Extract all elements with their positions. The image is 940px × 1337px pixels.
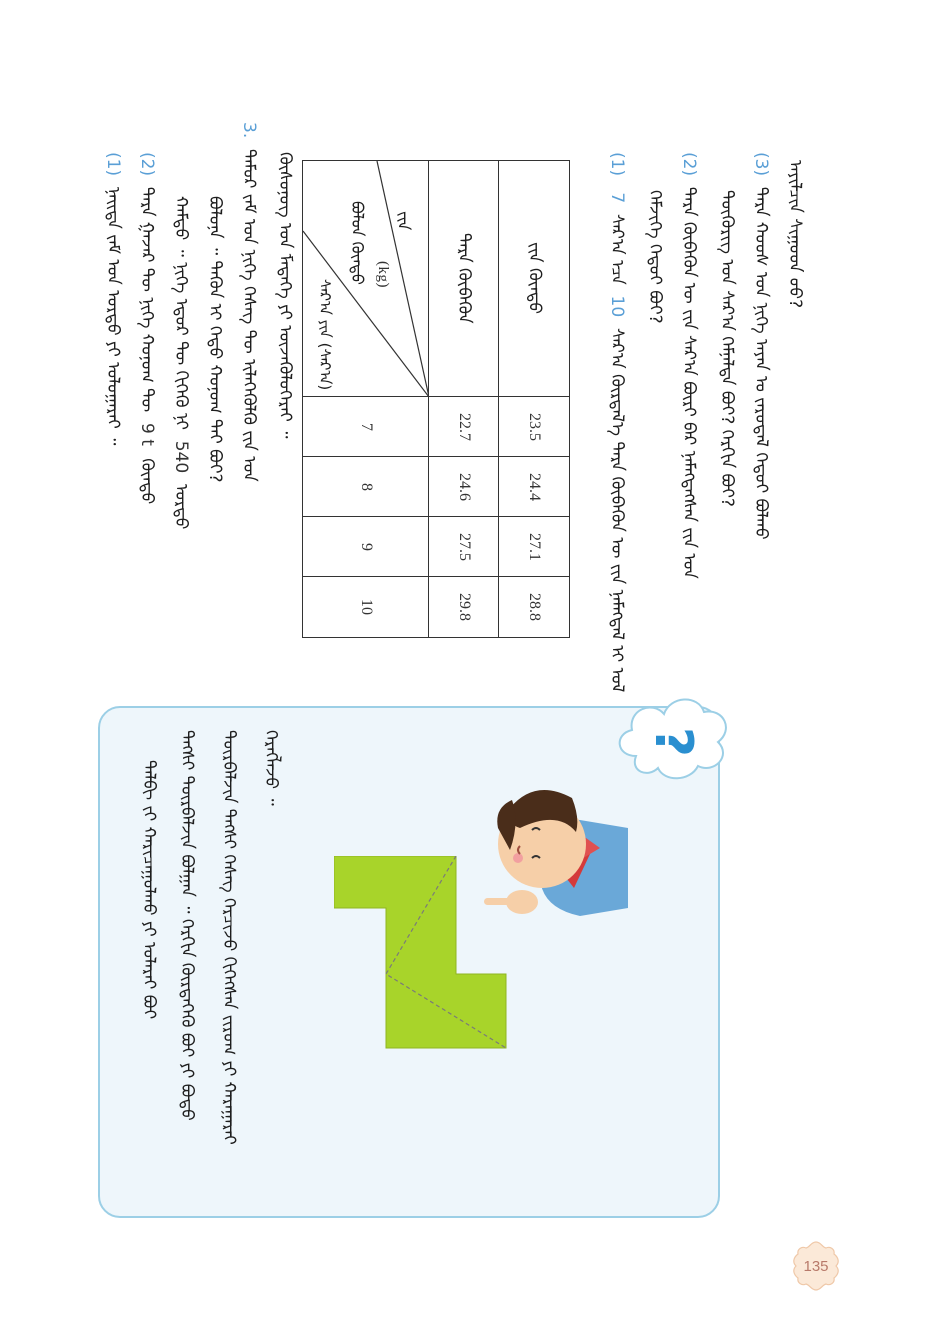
svg-text:?: ? [643,727,703,757]
table-cell: 23.5 [499,397,569,457]
table-cell: 27.5 [429,517,498,577]
green-z-shape [334,856,507,1049]
table-cell: 22.7 [429,397,498,457]
mongolian-text: ᠨᠡᠢᠲᠡ ᠵᠠᠮ ᠤᠨ ᠤᠷᠲᠤ ᠶᠢ ᠣᠯᠣᠭᠠᠷᠠᠢ ᠃ [103,181,123,446]
mongolian-text: ᠲᠡᠭᠰᠢ ᠳᠥᠷᠪᠡᠯᠵᠢᠨ ᠪᠣᠯᠭᠠᠨ ᠃ ᠬᠡᠷᠬᠢᠨ ᠬᠦᠷᠲᠡᠭᠡᠬ… [177,730,197,1121]
sub-label-p1: (1) [607,152,627,177]
table-row-label: ᠲᠡᠷᠡ ᠬᠥᠪᠡᠭᠦᠨ [429,161,498,397]
text-col-1: ᠠᠶᠢᠯᠴᠢᠨ ᠰᠢᠭ᠋ᠤᠳ ᠤᠤ? [785,160,805,309]
mongolian-text: ᠰᠠᠷ᠎ᠠ ᠡᠴᠡ [607,208,627,291]
mongolian-text: ᠬᠦᠨᠳᠦ [137,452,157,505]
table-row-1: ᠵᠢᠨ ᠬᠦᠨᠳᠦ 23.5 24.4 27.1 28.8 [499,161,569,637]
data-table: ᠵᠢᠨ ᠬᠦᠨᠳᠦ 23.5 24.4 27.1 28.8 ᠲᠡᠷᠡ ᠬᠥᠪᠡᠭ… [302,160,570,638]
text-col-6: (1) 7 ᠰᠠᠷ᠎ᠠ ᠡᠴᠡ 10 ᠰᠠᠷ᠎ᠠ ᠬᠦᠷᠲᠡᠯ᠎ᠡ ᠲᠡᠷᠡ ᠬ… [607,152,627,693]
mongolian-text: ᠳᠥᠷᠪᠡᠯᠵᠢᠨ ᠲᠡᠭᠰᠢ ᠬᠡᠰᠡᠭ ᠬᠡᠷᠴᠢᠵᠦ ᠬᠢᠭᠡᠭᠰᠡᠨ ᠵ… [219,730,239,1145]
corner-label-middle: ᠪᠣᠯᠤᠨ ᠬᠦᠨᠳᠦ [348,201,367,285]
page-number-badge: 135 [790,1240,842,1292]
mongolian-text: ᠤᠷᠲᠤ [171,478,191,530]
mongolian-text: ᠰᠠᠷ᠎ᠠ ᠬᠦᠷᠲᠡᠯ᠎ᠡ ᠲᠡᠷᠡ ᠬᠥᠪᠡᠭᠦᠨ ᠦ ᠵᠢᠨ ᠨᠡᠮᠡᠭᠳ… [607,322,627,693]
table-row-2: ᠲᠡᠷᠡ ᠬᠥᠪᠡᠭᠦᠨ 22.7 24.6 27.5 29.8 [429,161,499,637]
mongolian-text: ᠲᠡᠷᠡ ᠬᠥᠪᠡᠭᠦᠨ ᠦ ᠵᠢᠨ ᠰᠠᠷ᠎ᠠ ᠪᠦᠷᠢ ᠪᠠᠷ ᠨᠡᠮᠡᠭᠳ… [679,181,699,579]
text-col-11: (2) ᠲᠡᠷᠡ ᠭᠠᠵᠠᠷ ᠲᠦ ᠨᠢᠭᠡ ᠬᠣᠨᠣᠭ ᠲᠦ 9 t ᠬᠦᠨᠳ… [137,152,157,505]
mongolian-text: ᠬᠠᠮᠲᠤ ᠃ ᠨᠢᠭᠡ ᠡᠳᠦᠷ ᠲᠦ ᠬᠢᠭᠡᠬᠦ ᠨᠢ [171,196,191,436]
corner-unit-kg: (kg) [375,261,391,288]
mongolian-text: ᠬᠡᠮᠵᠢᠭᠡ ᠬᠡᠳᠦᠢ ᠪᠤᠢ? [645,190,665,324]
info-text-col-2: ᠳᠥᠷᠪᠡᠯᠵᠢᠨ ᠲᠡᠭᠰᠢ ᠬᠡᠰᠡᠭ ᠬᠡᠷᠴᠢᠵᠦ ᠬᠢᠭᠡᠭᠰᠡᠨ ᠵ… [219,730,239,1145]
text-col-9: ᠪᠣᠯᠤᠨᠠ ᠃ ᠲᠡᠭᠦᠨ ᠢ ᠬᠡᠳᠦ ᠬᠣᠨᠣᠭ ᠲᠠᠢ ᠪᠤᠢ? [205,196,225,483]
inline-number-amount: 540 [171,440,191,474]
text-col-3: ᠲᠥᠭᠦᠷᠢᠭ ᠤᠨ ᠰᠠᠷ᠎ᠠ ᠬᠡᠮᠨᠡᠯᠲᠡ ᠪᠤᠢ? ᠬᠡᠷᠬᠢᠨ ᠪᠤ… [717,190,737,507]
text-col-2: (3) ᠲᠡᠷᠡ ᠬᠣᠣᠰ ᠤᠨ ᠨᠢᠭᠡ ᠠᠶᠠᠨ ᠤ ᠵᠠᠷᠤᠳᠠᠯ ᠬᠡᠳ… [751,152,771,540]
text-col-12: (1) ᠨᠡᠢᠲᠡ ᠵᠠᠮ ᠤᠨ ᠤᠷᠲᠤ ᠶᠢ ᠣᠯᠣᠭᠠᠷᠠᠢ ᠃ [103,152,123,446]
info-text-col-4: ᠲᠠᠯᠪᠢ ᠵᠢ ᠬᠠᠷᠢᠴᠠᠭᠤᠯᠬᠤ ᠶᠢ ᠣᠯᠠᠷᠠᠢ ᠪᠤᠢ [139,760,159,1020]
inline-number-tons: 9 t [137,423,157,447]
text-col-7: ᠬᠦᠰᠦᠨᠦᠭ ᠤᠨ ᠮᠡᠳᠡᠭᠡ ᠶᠢ ᠦᠵᠡᠭᠦᠯᠦᠭᠡᠷᠡᠢ ᠃ [275,152,295,439]
table-column-header: 8 [303,457,428,517]
table-column-header: 7 [303,397,428,457]
inline-number-seven: 7 [607,192,627,204]
sub-label-e3-2: (2) [137,152,157,177]
mongolian-text [607,182,627,187]
inline-number-ten: 10 [607,295,627,318]
text-col-5: ᠬᠡᠮᠵᠢᠭᠡ ᠬᠡᠳᠦᠢ ᠪᠤᠢ? [645,190,665,324]
mongolian-text: ᠲᠡᠮᠦᠷ ᠵᠠᠮ ᠤᠨ ᠨᠢᠭᠡ ᠬᠡᠰᠡᠭ ᠲᠦ ᠢᠯᠡᠬᠡᠭᠦᠯᠬᠦ ᠵᠢ… [239,143,259,482]
table-cell: 27.1 [499,517,569,577]
mongolian-text: ᠲᠠᠯᠪᠢ ᠵᠢ ᠬᠠᠷᠢᠴᠠᠭᠤᠯᠬᠤ ᠶᠢ ᠣᠯᠠᠷᠠᠢ ᠪᠤᠢ [139,760,159,1020]
mongolian-text: ᠲᠥᠭᠦᠷᠢᠭ ᠤᠨ ᠰᠠᠷ᠎ᠠ ᠬᠡᠮᠨᠡᠯᠲᠡ ᠪᠤᠢ? ᠬᠡᠷᠬᠢᠨ ᠪᠤ… [717,190,737,507]
corner-label-bottom: ᠰᠠᠷ᠎ᠠ ᠶᠢᠨ (ᠰᠠᠷ᠎ᠠ) [316,279,334,391]
mongolian-text: ᠪᠣᠯᠤᠨᠠ ᠃ ᠲᠡᠭᠦᠨ ᠢ ᠬᠡᠳᠦ ᠬᠣᠨᠣᠭ ᠲᠠᠢ ᠪᠤᠢ? [205,196,225,483]
mongolian-text: ᠲᠡᠷᠡ ᠬᠥᠪᠡᠭᠦᠨ [454,233,474,324]
table-cell: 29.8 [455,593,473,621]
table-column-header: 9 [303,517,428,577]
mongolian-text: ᠬᠦᠰᠦᠨᠦᠭ ᠤᠨ ᠮᠡᠳᠡᠭᠡ ᠶᠢ ᠦᠵᠡᠭᠦᠯᠦᠭᠡᠷᠡᠢ ᠃ [275,152,295,439]
table-cell: 28.8 [526,593,543,621]
sub-label-p3: (3) [751,152,771,177]
mongolian-text: ᠠᠶᠢᠯᠴᠢᠨ ᠰᠢᠭ᠋ᠤᠳ ᠤᠤ? [785,160,805,309]
table-column-header: 10 [357,599,375,615]
table-corner-cell: ᠵᠢᠨ (kg) ᠪᠣᠯᠤᠨ ᠬᠦᠨᠳᠦ ᠰᠠᠷ᠎ᠠ ᠶᠢᠨ (ᠰᠠᠷ᠎ᠠ) [303,161,428,397]
page-number: 135 [803,1257,829,1275]
text-col-4: (2) ᠲᠡᠷᠡ ᠬᠥᠪᠡᠭᠦᠨ ᠦ ᠵᠢᠨ ᠰᠠᠷ᠎ᠠ ᠪᠦᠷᠢ ᠪᠠᠷ ᠨᠡ… [679,152,699,579]
corner-label-top: ᠵᠢᠨ [394,211,413,231]
sub-label-e3-1: (1) [103,152,123,177]
table-header-column: ᠵᠢᠨ (kg) ᠪᠣᠯᠤᠨ ᠬᠦᠨᠳᠦ ᠰᠠᠷ᠎ᠠ ᠶᠢᠨ (ᠰᠠᠷ᠎ᠠ) 7… [303,161,429,637]
text-col-10: ᠬᠠᠮᠲᠤ ᠃ ᠨᠢᠭᠡ ᠡᠳᠦᠷ ᠲᠦ ᠬᠢᠭᠡᠬᠦ ᠨᠢ 540 ᠤᠷᠲᠤ [171,196,191,530]
table-row-label: ᠵᠢᠨ ᠬᠦᠨᠳᠦ [499,161,569,397]
table-cell: 24.6 [429,457,498,517]
table-cell: 24.4 [499,457,569,517]
info-text-col-3: ᠲᠡᠭᠰᠢ ᠳᠥᠷᠪᠡᠯᠵᠢᠨ ᠪᠣᠯᠭᠠᠨ ᠃ ᠬᠡᠷᠬᠢᠨ ᠬᠦᠷᠲᠡᠭᠡᠬ… [177,730,197,1121]
text-col-8: 3. ᠲᠡᠮᠦᠷ ᠵᠠᠮ ᠤᠨ ᠨᠢᠭᠡ ᠬᠡᠰᠡᠭ ᠲᠦ ᠢᠯᠡᠬᠡᠭᠦᠯᠬᠦ… [239,122,259,482]
info-text-col-1: ᠬᠡᠷᠡᠭᠯᠡᠵᠦ ᠃ [261,730,281,806]
exercise-3-label: 3. [239,122,259,139]
mongolian-text: ᠲᠡᠷᠡ ᠭᠠᠵᠠᠷ ᠲᠦ ᠨᠢᠭᠡ ᠬᠣᠨᠣᠭ ᠲᠦ [137,181,157,418]
mongolian-text: ᠲᠡᠷᠡ ᠬᠣᠣᠰ ᠤᠨ ᠨᠢᠭᠡ ᠠᠶᠠᠨ ᠤ ᠵᠠᠷᠤᠳᠠᠯ ᠬᠡᠳᠦᠢ ᠪ… [751,181,771,540]
sub-label-p2: (2) [679,152,699,177]
mongolian-text: ᠵᠢᠨ ᠬᠦᠨᠳᠦ [524,242,545,315]
mongolian-text: ᠬᠡᠷᠡᠭᠯᠡᠵᠦ ᠃ [261,730,281,806]
